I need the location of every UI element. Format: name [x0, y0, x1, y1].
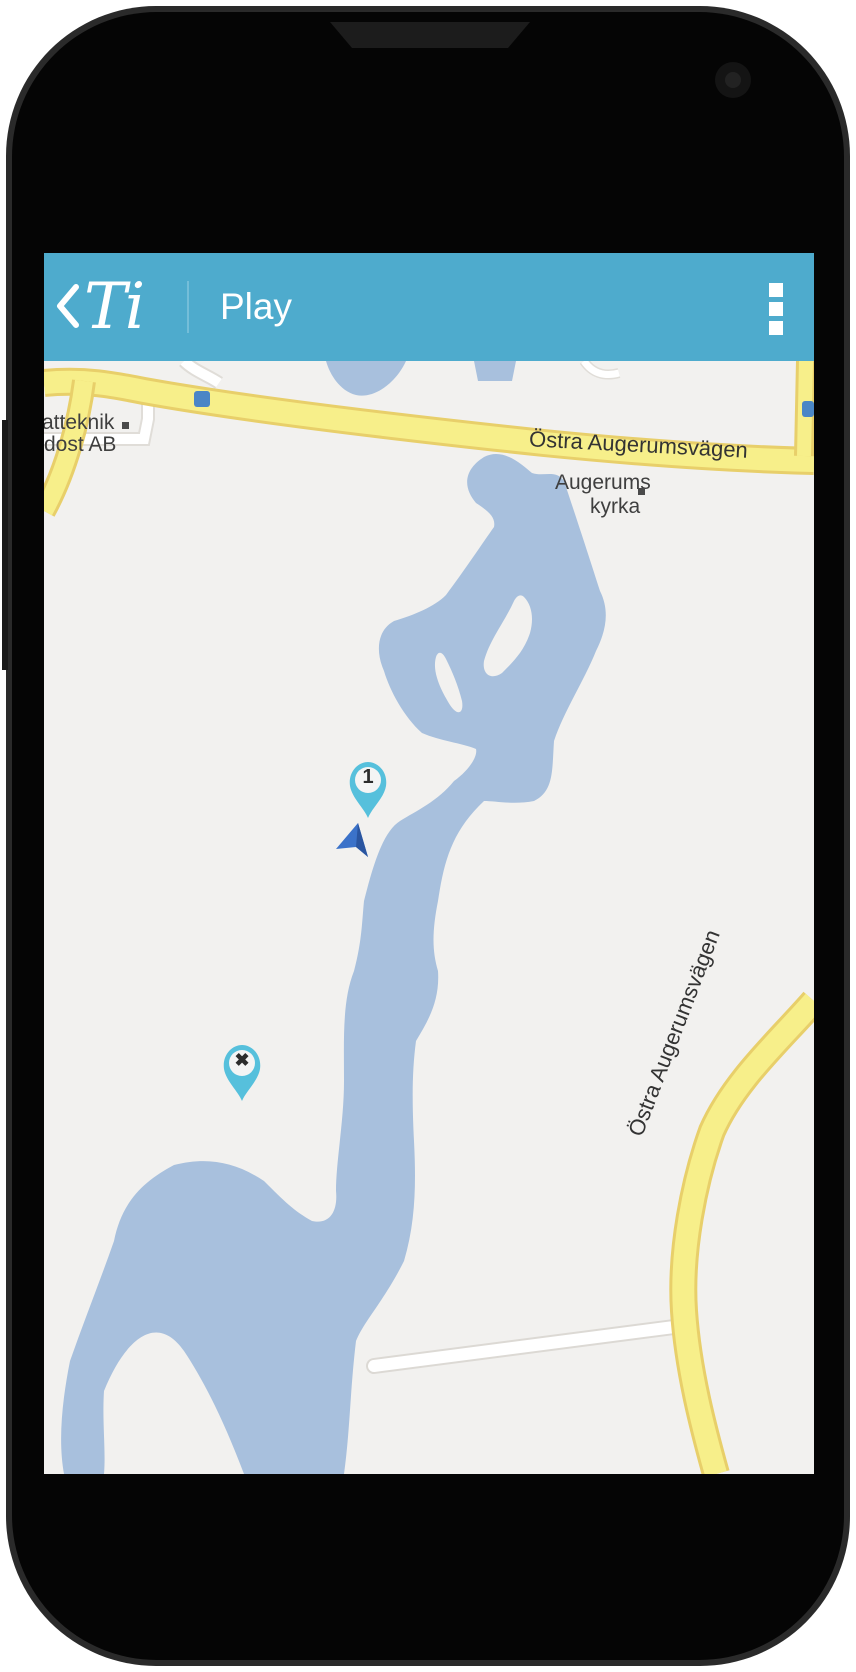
app-logo: Ti	[84, 270, 145, 344]
action-bar: Ti Play	[44, 253, 814, 361]
back-button[interactable]: Ti	[44, 253, 189, 361]
place-label: atteknik	[44, 411, 115, 434]
quest-marker-1[interactable]: 1	[346, 758, 390, 820]
action-bar-divider	[187, 281, 189, 333]
close-icon: ✖	[234, 1050, 250, 1070]
location-arrow-icon	[336, 823, 368, 857]
chevron-left-icon	[57, 284, 79, 328]
place-label: dost AB	[44, 433, 117, 456]
map-canvas	[44, 361, 814, 1474]
marker-number: 1	[362, 766, 374, 788]
screen: Ti Play Östra Augerumsvägen Östra Augeru…	[44, 253, 814, 1474]
bus-stop-icon	[194, 391, 210, 407]
place-label: Augerums	[555, 471, 651, 494]
poi-icon	[638, 488, 645, 495]
map-view[interactable]: Östra Augerumsvägen Östra Augerumsvägen …	[44, 361, 814, 1474]
overflow-menu-button[interactable]	[752, 275, 800, 339]
place-label: kyrka	[590, 495, 641, 518]
poi-icon	[122, 422, 129, 429]
overflow-dot	[769, 321, 783, 335]
overflow-dot	[769, 302, 783, 316]
overflow-menu-icon	[769, 283, 783, 297]
water-area	[474, 361, 516, 381]
page-title: Play	[220, 286, 292, 327]
quest-marker-cross[interactable]: ✖	[220, 1041, 264, 1103]
bus-stop-icon	[802, 401, 814, 417]
